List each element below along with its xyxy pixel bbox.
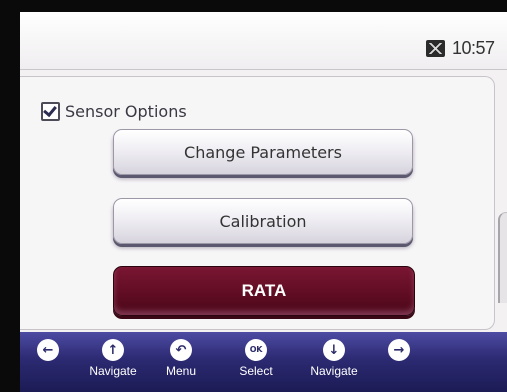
clock: 10:57 xyxy=(452,38,495,58)
arrow-down-icon: ↓ xyxy=(323,339,345,361)
softkey-menu[interactable]: ↶ Menu xyxy=(151,332,211,392)
softkey-select[interactable]: OK Select xyxy=(226,332,286,392)
softkey-label: Select xyxy=(239,364,273,378)
sensor-options-checkbox[interactable] xyxy=(41,102,60,121)
softkey-navigate-up[interactable]: ↑ Navigate xyxy=(83,332,143,392)
rata-button[interactable]: RATA xyxy=(113,266,415,316)
arrow-up-icon: ↑ xyxy=(102,339,124,361)
softkey-right[interactable]: → xyxy=(369,332,429,392)
menu-back-icon: ↶ xyxy=(170,339,192,361)
softkey-left[interactable]: ← xyxy=(20,332,78,392)
change-parameters-button[interactable]: Change Parameters xyxy=(113,129,413,175)
display-off-icon xyxy=(426,40,445,57)
arrow-left-icon: ← xyxy=(37,339,59,361)
softkey-label: Menu xyxy=(165,364,197,378)
ok-icon: OK xyxy=(245,339,267,361)
scrollbar[interactable] xyxy=(498,212,507,303)
device-screen: 10:57 Sensor Options Change Parameters C… xyxy=(20,12,507,392)
arrow-right-icon: → xyxy=(388,339,410,361)
section-title: Sensor Options xyxy=(65,102,187,121)
softkey-label: Navigate xyxy=(89,364,137,378)
calibration-button[interactable]: Calibration xyxy=(113,198,413,244)
softkey-navigate-down[interactable]: ↓ Navigate xyxy=(304,332,364,392)
softkey-bar: ← ↑ Navigate ↶ Menu OK Select ↓ Navigate… xyxy=(20,332,507,392)
softkey-label: Navigate xyxy=(310,364,358,378)
status-bar: 10:57 xyxy=(20,12,507,70)
